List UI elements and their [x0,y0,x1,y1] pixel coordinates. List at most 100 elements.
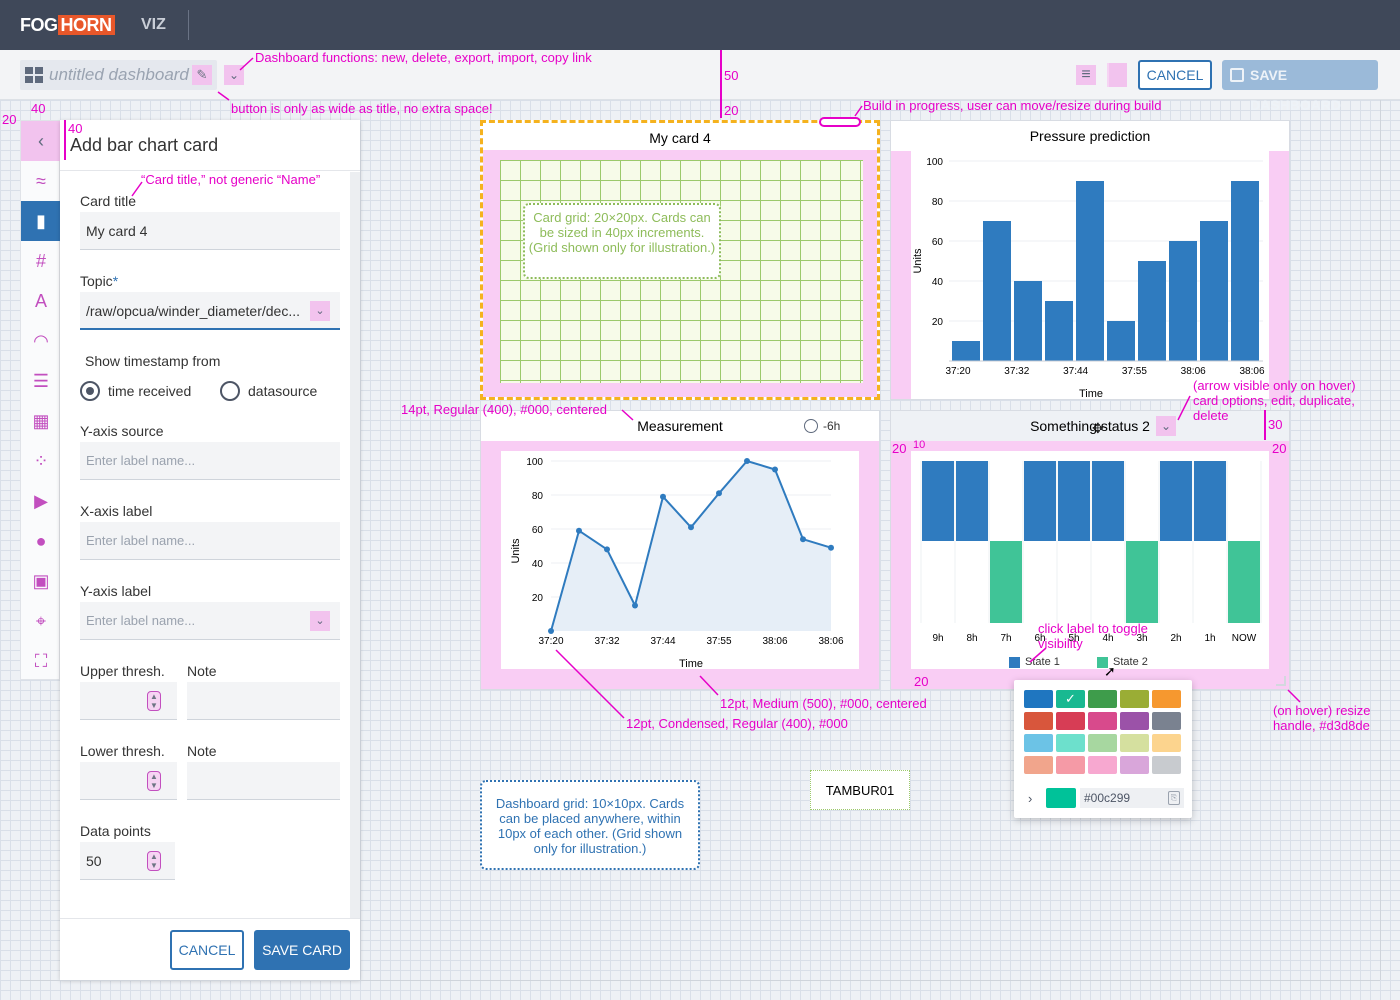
radio-label: datasource [248,383,318,399]
upper-thresh-input[interactable] [80,682,177,720]
color-swatch[interactable] [1088,756,1117,774]
pointer-icon[interactable]: ⌖ [21,601,61,641]
cancel-card-button[interactable]: CANCEL [170,930,244,970]
cancel-button[interactable]: CANCEL [1138,60,1212,90]
dimension-label: 20 [914,674,929,689]
globe-icon[interactable]: ● [21,521,61,561]
table-icon[interactable]: ▦ [21,401,61,441]
color-swatch[interactable] [1024,734,1053,752]
number-icon[interactable]: # [21,241,61,281]
color-swatch[interactable] [1152,734,1181,752]
color-swatch[interactable] [1024,690,1053,708]
x-tick-label: NOW [1232,633,1257,644]
sliders-icon[interactable]: ≡ [1076,65,1096,85]
color-swatch[interactable] [1152,712,1181,730]
bar-state-1 [922,461,954,541]
dashboard-title-button[interactable]: untitled dashboard ✎ [20,60,217,90]
color-swatch[interactable]: ✓ [1056,690,1085,708]
scatter-icon[interactable]: ⁘ [21,441,61,481]
color-swatch[interactable] [1120,756,1149,774]
frame-icon[interactable]: ⛶ [21,641,61,681]
chevron-down-icon[interactable]: ⌄ [310,611,330,631]
color-swatch[interactable] [1056,734,1085,752]
radio-datasource[interactable] [220,381,240,401]
dashboard-title[interactable]: untitled dashboard [49,65,189,85]
x-tick-label: 38:06 [1239,366,1264,377]
color-swatch[interactable] [1056,712,1085,730]
time-range[interactable]: -6h [823,419,840,433]
color-swatch[interactable] [1024,712,1053,730]
move-cursor-icon: ✥ [1092,420,1104,436]
split-view-icon[interactable] [1107,63,1127,87]
dimension-line [64,120,66,160]
x-axis-title: Time [1079,388,1103,399]
lower-note-input[interactable] [187,762,340,800]
save-dashboard-button[interactable]: SAVE DASHBOARD [1222,60,1378,113]
chevron-down-icon[interactable]: ⌄ [310,301,330,321]
stepper-icon[interactable]: ▲ ▼ [147,771,161,791]
y-tick-label: 20 [532,593,544,604]
card-grid-note: Card grid: 20×20px. Cards can be sized i… [523,203,721,279]
scrollbar[interactable] [350,172,360,918]
bar-state-2 [990,541,1022,623]
color-swatch[interactable] [1152,756,1181,774]
x-label-input[interactable]: Enter label name... [80,522,340,560]
legend-state-1[interactable]: State 1 [1025,656,1060,668]
legend-state-2[interactable]: State 2 [1113,656,1148,668]
back-icon[interactable]: ‹ [21,121,61,161]
chevron-right-icon[interactable]: › [1028,791,1032,806]
hex-input[interactable]: #00c299 ⎘ [1080,788,1184,808]
y-label-input[interactable]: Enter label name... [80,602,340,640]
card-measurement[interactable]: Measurement -6h 20 40 60 80 100 37:20 37:32 37:… [480,410,880,690]
line-chart-icon[interactable]: ≈ [21,161,61,201]
lower-thresh-input[interactable] [80,762,177,800]
video-icon[interactable]: ▶ [21,481,61,521]
color-swatch[interactable] [1024,756,1053,774]
x-tick-label: 37:20 [538,636,563,647]
gauge-icon[interactable]: ◠ [21,321,61,361]
image-icon[interactable]: ▣ [21,561,61,601]
card-title-input[interactable]: My card 4 [80,212,340,250]
y-tick-label: 60 [532,525,544,536]
legend-swatch[interactable] [1009,657,1020,668]
stepper-icon[interactable]: ▲ ▼ [147,691,161,711]
copy-icon[interactable]: ⎘ [1168,791,1180,805]
color-swatch[interactable] [1088,690,1117,708]
chevron-down-icon[interactable]: ⌄ [1156,416,1176,436]
dimension-line [720,50,722,118]
padding-band [501,669,859,689]
y-axis-title: Units [510,538,522,564]
color-swatch[interactable] [1056,756,1085,774]
pencil-icon[interactable]: ✎ [192,65,212,85]
panel-title: Add bar chart card [70,135,219,155]
stepper-icon[interactable]: ▲ ▼ [147,851,161,871]
color-swatch[interactable] [1120,690,1149,708]
bar-chart-icon[interactable]: ▮ [21,201,61,241]
color-picker: ✓ › #00c299 ⎘ [1014,680,1192,818]
color-swatch[interactable] [1120,734,1149,752]
x-tick-label: 37:55 [1122,366,1147,377]
radio-time-received[interactable] [80,381,100,401]
color-swatch[interactable] [1152,690,1181,708]
chevron-down-icon[interactable]: ⌄ [224,65,244,85]
card-type-bar: ‹ ≈ ▮ # A ◠ ☰ ▦ ⁘ ▶ ● ▣ ⌖ ⛶ [20,120,61,681]
card-tambur01[interactable]: TAMBUR01 [810,770,910,810]
save-card-button[interactable]: SAVE CARD [254,930,350,970]
resize-handle-icon[interactable] [1276,676,1286,686]
card-my-card-4[interactable]: My card 4 Card grid: 20×20px. Cards can … [480,117,880,400]
color-swatch[interactable] [1120,712,1149,730]
upper-note-input[interactable] [187,682,340,720]
x-tick-label: 1h [1204,633,1215,644]
text-icon[interactable]: A [21,281,61,321]
padding-band [483,150,877,160]
color-swatch[interactable] [1088,712,1117,730]
color-swatch[interactable] [1088,734,1117,752]
topic-select[interactable]: /raw/opcua/winder_diameter/dec... [80,292,340,330]
y-label-label: Y-axis label [80,583,152,599]
list-icon[interactable]: ☰ [21,361,61,401]
y-source-input[interactable]: Enter label name... [80,442,340,480]
note-label: Note [187,663,217,679]
padding-band [863,160,877,383]
card-pressure-prediction[interactable]: Pressure prediction 20 40 60 80 100 37:20 37:3… [890,120,1290,400]
top-bar: FOG HORN VIZ [0,0,1400,50]
